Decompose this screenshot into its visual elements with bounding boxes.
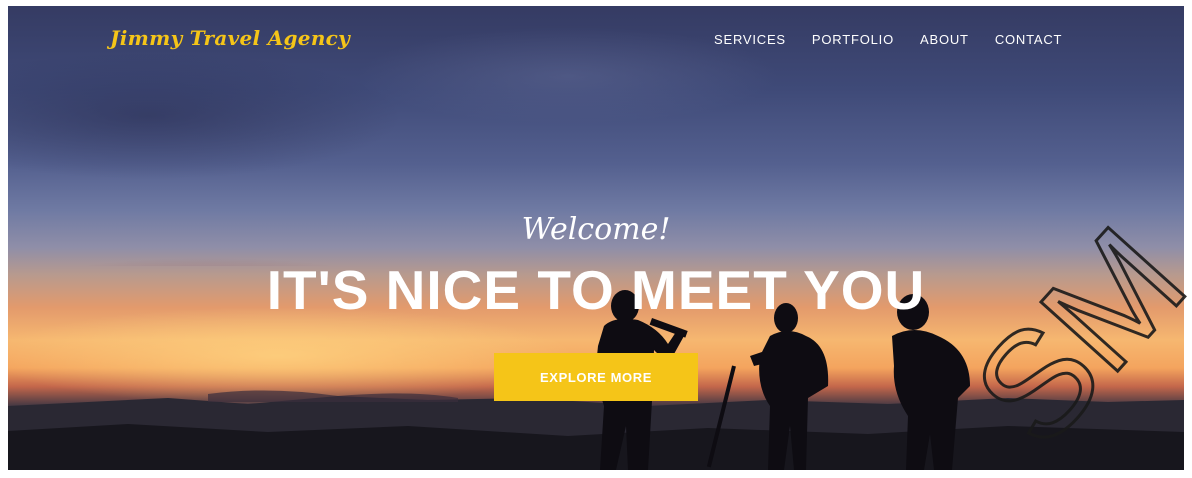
low-clouds bbox=[208, 390, 458, 402]
nav-item-services[interactable]: SERVICES bbox=[714, 32, 786, 47]
nav-item-about[interactable]: ABOUT bbox=[920, 32, 969, 47]
nav-item-contact[interactable]: CONTACT bbox=[995, 32, 1062, 47]
nav-item-portfolio[interactable]: PORTFOLIO bbox=[812, 32, 894, 47]
hero-welcome-text: Welcome! bbox=[521, 212, 671, 247]
explore-more-button[interactable]: EXPLORE MORE bbox=[494, 353, 698, 401]
main-nav: SERVICES PORTFOLIO ABOUT CONTACT bbox=[714, 32, 1088, 47]
brand-logo[interactable]: Jimmy Travel Agency bbox=[110, 26, 350, 50]
hero-headline: IT'S NICE TO MEET YOU bbox=[266, 259, 926, 321]
